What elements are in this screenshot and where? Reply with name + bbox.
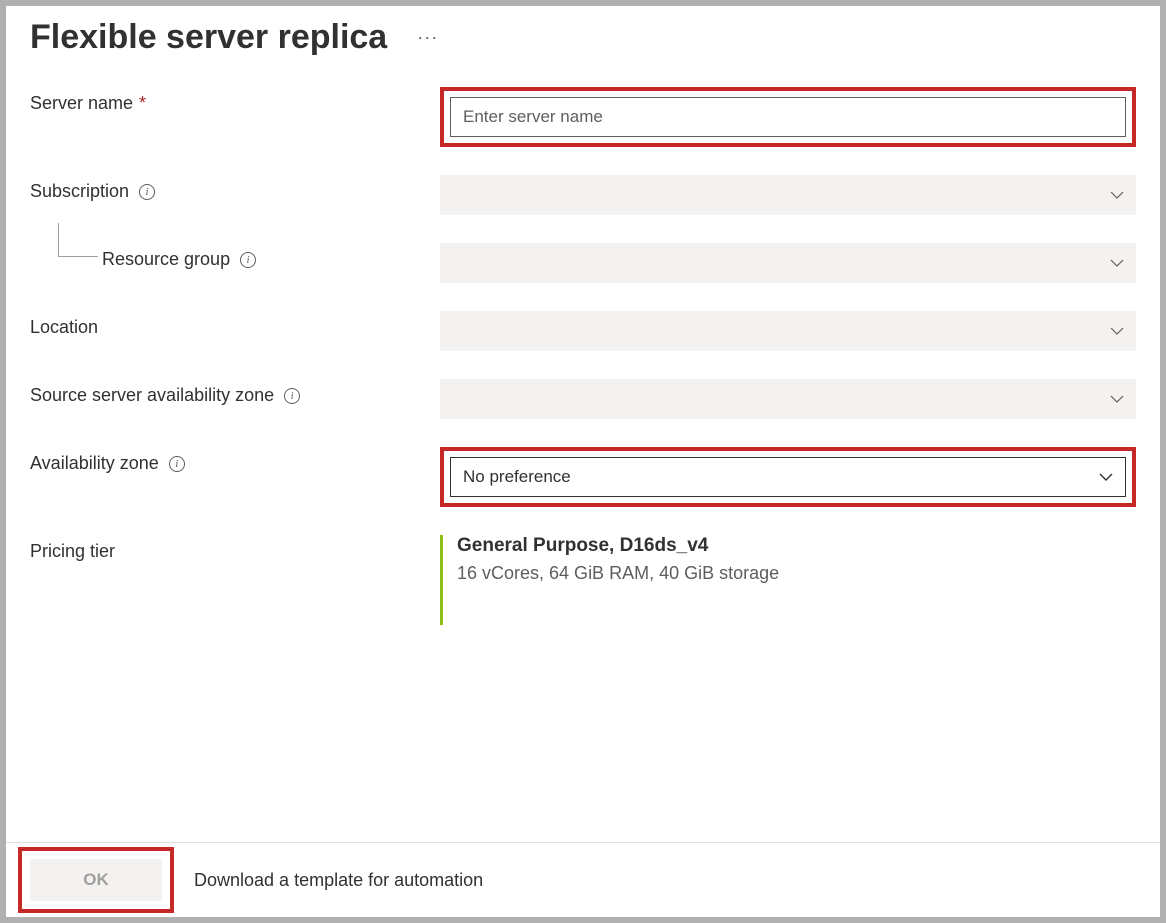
tree-connector-icon xyxy=(58,223,98,257)
input-col-pricing-tier: General Purpose, D16ds_v4 16 vCores, 64 … xyxy=(440,535,1136,625)
label-pricing-tier: Pricing tier xyxy=(30,535,440,562)
pricing-box: General Purpose, D16ds_v4 16 vCores, 64 … xyxy=(440,535,1136,625)
row-pricing-tier: Pricing tier General Purpose, D16ds_v4 1… xyxy=(30,535,1136,625)
row-server-name: Server name * xyxy=(30,87,1136,147)
server-name-input[interactable] xyxy=(450,97,1126,137)
pricing-details: 16 vCores, 64 GiB RAM, 40 GiB storage xyxy=(457,563,1136,584)
source-az-dropdown[interactable] xyxy=(440,379,1136,419)
pricing-tier-label-text: Pricing tier xyxy=(30,541,115,562)
chevron-down-icon xyxy=(1110,392,1124,406)
availability-zone-dropdown[interactable]: No preference xyxy=(450,457,1126,497)
replica-panel: Flexible server replica ··· Server name … xyxy=(6,6,1160,917)
row-availability-zone: Availability zone i No preference xyxy=(30,447,1136,507)
chevron-down-icon xyxy=(1110,256,1124,270)
source-az-label-text: Source server availability zone xyxy=(30,385,274,406)
resource-group-dropdown[interactable] xyxy=(440,243,1136,283)
more-icon[interactable]: ··· xyxy=(417,27,438,48)
highlight-ok: OK xyxy=(18,847,174,913)
input-col-server-name xyxy=(440,87,1136,147)
pricing-title: General Purpose, D16ds_v4 xyxy=(457,535,1136,557)
input-col-location xyxy=(440,311,1136,351)
availability-zone-label-text: Availability zone xyxy=(30,453,159,474)
label-server-name: Server name * xyxy=(30,87,440,114)
server-name-label-text: Server name xyxy=(30,93,133,114)
subscription-label-text: Subscription xyxy=(30,181,129,202)
form-area: Server name * Subscription i xyxy=(6,87,1160,842)
chevron-down-icon xyxy=(1110,324,1124,338)
row-subscription: Subscription i xyxy=(30,175,1136,215)
input-col-availability-zone: No preference xyxy=(440,447,1136,507)
required-asterisk: * xyxy=(139,93,146,114)
label-availability-zone: Availability zone i xyxy=(30,447,440,474)
panel-header: Flexible server replica ··· xyxy=(6,6,1160,87)
chevron-down-icon xyxy=(1099,470,1113,484)
input-col-source-az xyxy=(440,379,1136,419)
label-subscription: Subscription i xyxy=(30,175,440,202)
label-source-az: Source server availability zone i xyxy=(30,379,440,406)
label-resource-group: Resource group i xyxy=(30,243,440,270)
row-location: Location xyxy=(30,311,1136,351)
chevron-down-icon xyxy=(1110,188,1124,202)
download-template-link[interactable]: Download a template for automation xyxy=(194,870,483,891)
page-title: Flexible server replica xyxy=(30,18,387,57)
ok-button[interactable]: OK xyxy=(30,859,162,901)
info-icon[interactable]: i xyxy=(240,252,256,268)
panel-footer: OK Download a template for automation xyxy=(6,842,1160,917)
availability-zone-value: No preference xyxy=(463,467,1099,487)
input-col-subscription xyxy=(440,175,1136,215)
highlight-availability-zone: No preference xyxy=(440,447,1136,507)
input-col-resource-group xyxy=(440,243,1136,283)
location-dropdown[interactable] xyxy=(440,311,1136,351)
subscription-dropdown[interactable] xyxy=(440,175,1136,215)
row-source-az: Source server availability zone i xyxy=(30,379,1136,419)
row-resource-group: Resource group i xyxy=(30,243,1136,283)
resource-group-label-text: Resource group xyxy=(102,249,230,270)
label-location: Location xyxy=(30,311,440,338)
highlight-server-name xyxy=(440,87,1136,147)
info-icon[interactable]: i xyxy=(284,388,300,404)
info-icon[interactable]: i xyxy=(139,184,155,200)
info-icon[interactable]: i xyxy=(169,456,185,472)
location-label-text: Location xyxy=(30,317,98,338)
